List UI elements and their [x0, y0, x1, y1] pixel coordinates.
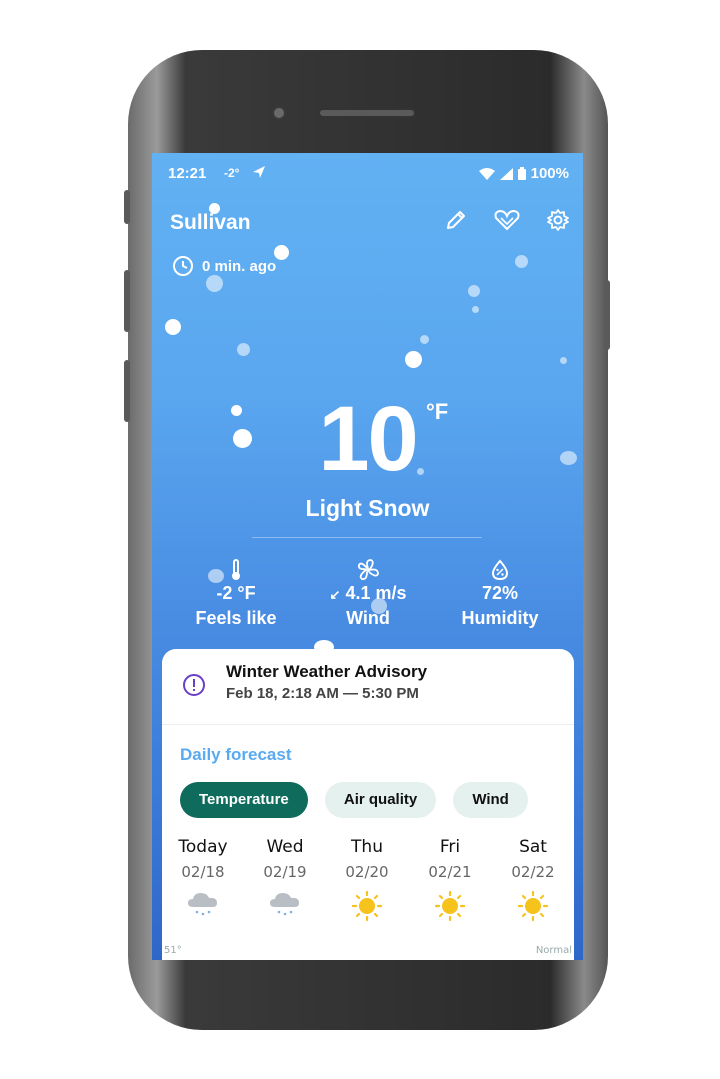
earpiece-speaker: [318, 108, 416, 118]
snowflake: [468, 285, 480, 297]
chart-normal-label: Normal: [535, 945, 572, 956]
sun-icon: [409, 891, 491, 921]
current-temperature: 10 °F: [152, 393, 583, 485]
status-temp: -2°: [224, 166, 240, 180]
day-name: Sat: [519, 837, 547, 857]
city-name[interactable]: Sullivan: [170, 211, 251, 235]
snowflake: [472, 306, 479, 313]
front-camera: [272, 106, 286, 120]
navigation-arrow-icon: [252, 165, 266, 182]
wind-metric: ↙ 4.1 m/s Wind: [304, 557, 432, 629]
snowflake: [560, 357, 567, 364]
day-column[interactable]: Wed 02/19: [244, 837, 326, 921]
thermometer-icon: [232, 559, 240, 580]
wind-label: Wind: [346, 608, 390, 628]
day-name: Thu: [351, 837, 383, 857]
updated-text: 0 min. ago: [202, 257, 277, 275]
status-bar: 12:21 -2° 100%: [168, 165, 569, 185]
humidity-metric: 72% Humidity: [440, 557, 560, 629]
snowflake: [420, 335, 429, 344]
temperature-value: 10: [318, 388, 418, 490]
sun-icon: [326, 891, 408, 921]
status-time: 12:21: [168, 165, 207, 182]
gear-icon[interactable]: [547, 209, 569, 231]
forecast-tabs: Temperature Air quality Wind: [180, 782, 574, 820]
day-date: 02/18: [181, 863, 225, 881]
wind-value: ↙ 4.1 m/s: [304, 583, 432, 604]
tab-air-quality[interactable]: Air quality: [324, 782, 437, 818]
app-screen: 12:21 -2° 100% Sullivan 0 min. ago 10 °F…: [152, 153, 583, 960]
advisory-time: Feb 18, 2:18 AM — 5:30 PM: [226, 685, 419, 702]
tab-temperature[interactable]: Temperature: [180, 782, 308, 818]
condition-text: Light Snow: [305, 495, 430, 521]
tab-wind[interactable]: Wind: [453, 782, 528, 818]
daily-forecast-title: Daily forecast: [180, 745, 292, 764]
snow-cloud-icon: [162, 891, 244, 921]
humidity-value: 72%: [481, 583, 519, 603]
signal-icon: [499, 167, 513, 180]
feels-like-value: -2 °F: [216, 583, 256, 603]
alert-circle-icon: [182, 673, 206, 701]
snowflake: [515, 255, 528, 268]
pencil-icon[interactable]: [445, 209, 467, 231]
header-actions: [445, 209, 569, 231]
divider: [252, 537, 482, 538]
advisory-title: Winter Weather Advisory: [226, 662, 428, 681]
day-date: 02/22: [511, 863, 555, 881]
wind-speed: 4.1 m/s: [345, 583, 407, 603]
sun-icon: [492, 891, 574, 921]
snowflake: [274, 245, 289, 260]
volume-down-button: [124, 360, 130, 422]
wind-direction-icon: ↙: [329, 587, 341, 602]
weather-advisory[interactable]: Winter Weather Advisory Feb 18, 2:18 AM …: [162, 649, 574, 725]
battery-level: 100%: [530, 165, 569, 182]
day-date: 02/21: [428, 863, 472, 881]
heart-icon[interactable]: [493, 209, 521, 231]
day-date: 02/19: [263, 863, 307, 881]
status-right: 100%: [478, 165, 569, 182]
feels-like-label: Feels like: [195, 608, 277, 628]
last-updated: 0 min. ago: [172, 255, 276, 277]
humidity-icon: [491, 559, 509, 581]
day-name: Fri: [439, 837, 461, 857]
wifi-icon: [478, 167, 495, 180]
day-date: 02/20: [345, 863, 389, 881]
day-column[interactable]: Thu 02/20: [326, 837, 408, 921]
humidity-label: Humidity: [461, 608, 539, 628]
fan-icon: [357, 559, 379, 581]
day-column[interactable]: Fri 02/21: [409, 837, 491, 921]
volume-up-button: [124, 270, 130, 332]
day-name: Today: [178, 837, 228, 857]
forecast-card: Winter Weather Advisory Feb 18, 2:18 AM …: [162, 649, 574, 960]
day-name: Wed: [266, 837, 304, 857]
snowflake: [206, 275, 223, 292]
snowflake: [237, 343, 250, 356]
day-column[interactable]: Today 02/18: [162, 837, 244, 921]
feels-like-metric: -2 °F Feels like: [176, 557, 296, 629]
snowflake: [405, 351, 422, 368]
temperature-unit: °F: [426, 399, 449, 424]
power-button: [604, 280, 610, 350]
snowflake: [165, 319, 181, 335]
clock-icon: [173, 256, 193, 276]
snow-cloud-icon: [244, 891, 326, 921]
mute-switch: [124, 190, 130, 224]
chart-high-label: 51°: [164, 945, 182, 956]
battery-icon: [517, 167, 526, 180]
day-column[interactable]: Sat 02/22: [492, 837, 574, 921]
